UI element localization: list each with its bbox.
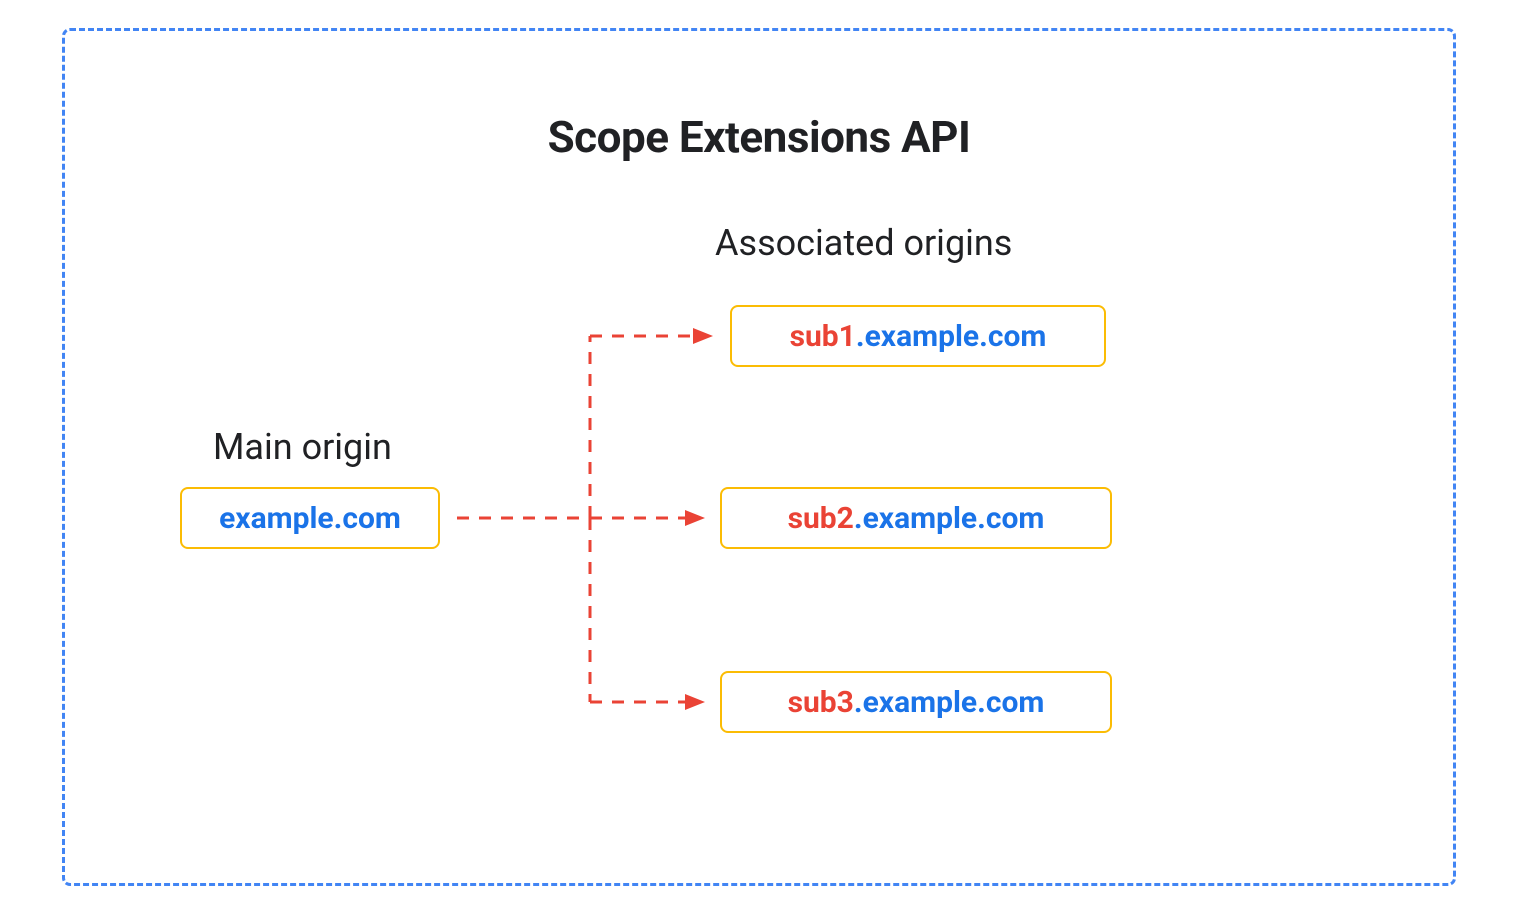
diagram-title: Scope Extensions API <box>548 111 971 163</box>
subdomain-1: sub1 <box>790 319 856 354</box>
domain-3: .example.com <box>854 685 1044 720</box>
main-origin-box: example.com <box>180 487 440 549</box>
subdomain-2: sub2 <box>788 501 854 536</box>
domain-2: .example.com <box>854 501 1044 536</box>
associated-origin-box-2: sub2.example.com <box>720 487 1112 549</box>
associated-origins-label: Associated origins <box>715 222 1012 264</box>
main-origin-label: Main origin <box>213 426 392 468</box>
associated-origin-text-1: sub1.example.com <box>790 319 1047 354</box>
arrowhead-3 <box>685 694 705 710</box>
scope-extensions-container: Scope Extensions API Main origin Associa… <box>62 28 1456 886</box>
main-origin-domain: example.com <box>219 501 401 536</box>
associated-origin-box-3: sub3.example.com <box>720 671 1112 733</box>
arrowhead-1 <box>693 328 713 344</box>
arrowhead-2 <box>685 510 705 526</box>
domain-1: .example.com <box>856 319 1046 354</box>
associated-origin-text-2: sub2.example.com <box>788 501 1045 536</box>
associated-origin-text-3: sub3.example.com <box>788 685 1045 720</box>
subdomain-3: sub3 <box>788 685 854 720</box>
associated-origin-box-1: sub1.example.com <box>730 305 1106 367</box>
